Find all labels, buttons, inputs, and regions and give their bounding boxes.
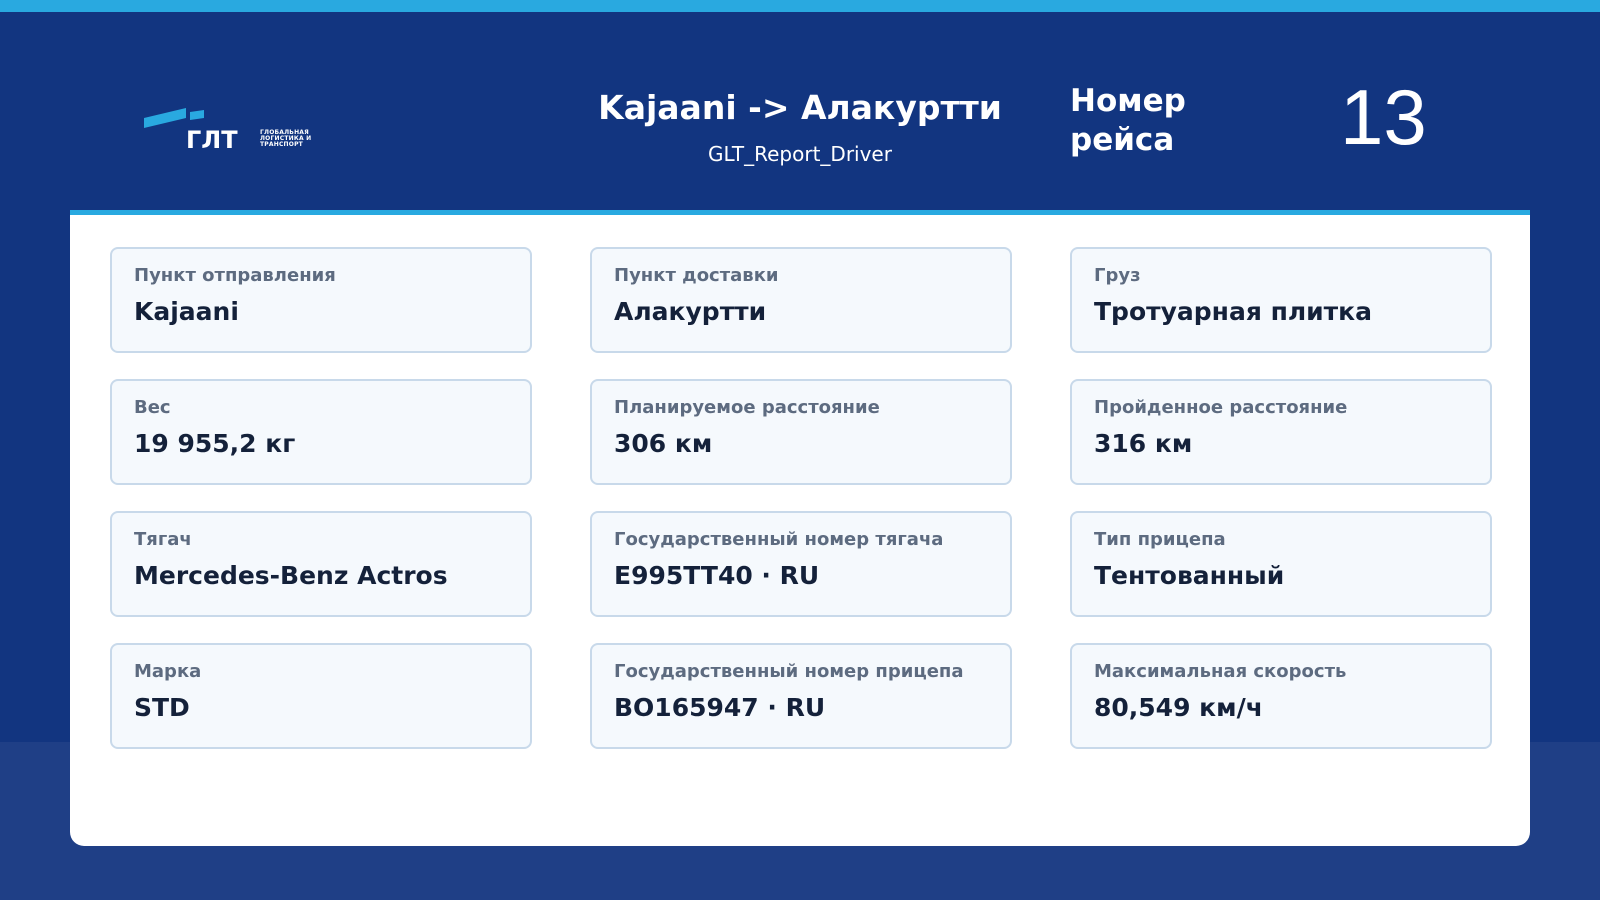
trip-number-label: Номер рейса: [1070, 82, 1186, 160]
card-label: Тип прицепа: [1094, 529, 1226, 550]
card-label: Государственный номер тягача: [614, 529, 944, 550]
route-title: Kajaani -> Алакуртти: [598, 88, 1002, 127]
logo-tagline-line: ТРАНСПОРТ: [260, 141, 303, 148]
card-trailer-type: Тип прицепа Тентованный: [1070, 511, 1492, 617]
company-logo: ГЛТ ГЛОБАЛЬНАЯ ЛОГИСТИКА И ТРАНСПОРТ: [144, 108, 324, 158]
trip-label-line-2: рейса: [1070, 122, 1175, 158]
report-subtitle: GLT_Report_Driver: [708, 142, 892, 166]
card-value: Алакуртти: [614, 297, 767, 326]
card-max-speed: Максимальная скорость 80,549 км/ч: [1070, 643, 1492, 749]
card-value: STD: [134, 693, 190, 722]
card-tractor-plate: Государственный номер тягача E995TT40 · …: [590, 511, 1012, 617]
card-departure-point: Пункт отправления Kajaani: [110, 247, 532, 353]
logo-wordmark: ГЛТ: [186, 126, 238, 154]
card-value: 80,549 км/ч: [1094, 693, 1263, 722]
card-label: Тягач: [134, 529, 192, 550]
card-label: Пункт отправления: [134, 265, 336, 286]
card-trailer-plate: Государственный номер прицепа BO165947 ·…: [590, 643, 1012, 749]
logo-tagline: ГЛОБАЛЬНАЯ ЛОГИСТИКА И ТРАНСПОРТ: [260, 130, 311, 148]
trip-number-value: 13: [1340, 73, 1427, 161]
card-label: Государственный номер прицепа: [614, 661, 964, 682]
card-weight: Вес 19 955,2 кг: [110, 379, 532, 485]
card-value: Тентованный: [1094, 561, 1285, 590]
card-value: 19 955,2 кг: [134, 429, 296, 458]
card-value: Тротуарная плитка: [1094, 297, 1373, 326]
card-label: Груз: [1094, 265, 1141, 286]
card-tractor: Тягач Mercedes-Benz Actros: [110, 511, 532, 617]
trip-label-line-1: Номер: [1070, 83, 1186, 119]
card-label: Пройденное расстояние: [1094, 397, 1348, 418]
card-label: Максимальная скорость: [1094, 661, 1347, 682]
card-value: Kajaani: [134, 297, 239, 326]
card-planned-distance: Планируемое расстояние 306 км: [590, 379, 1012, 485]
card-value: 306 км: [614, 429, 713, 458]
card-value: 316 км: [1094, 429, 1193, 458]
card-cargo: Груз Тротуарная плитка: [1070, 247, 1492, 353]
card-delivery-point: Пункт доставки Алакуртти: [590, 247, 1012, 353]
card-label: Вес: [134, 397, 171, 418]
card-value: E995TT40 · RU: [614, 561, 820, 590]
card-brand: Марка STD: [110, 643, 532, 749]
top-accent-stripe: [0, 0, 1600, 12]
card-label: Пункт доставки: [614, 265, 779, 286]
card-value: BO165947 · RU: [614, 693, 826, 722]
card-value: Mercedes-Benz Actros: [134, 561, 448, 590]
card-label: Планируемое расстояние: [614, 397, 880, 418]
details-panel: Пункт отправления Kajaani Пункт доставки…: [70, 210, 1530, 846]
card-label: Марка: [134, 661, 202, 682]
card-traveled-distance: Пройденное расстояние 316 км: [1070, 379, 1492, 485]
